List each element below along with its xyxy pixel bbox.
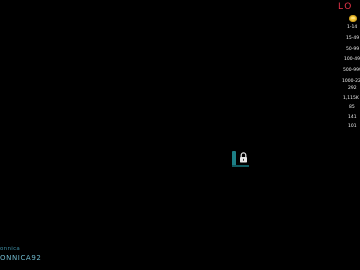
range-item[interactable]: 1-14: [337, 23, 360, 34]
coin-icon: [349, 15, 357, 22]
locked-widget[interactable]: [232, 151, 250, 168]
username-small: onnica: [0, 246, 21, 252]
range-item[interactable]: 50-99: [337, 45, 360, 56]
range-item[interactable]: 15-49: [337, 34, 360, 45]
range-item[interactable]: 500-999: [337, 66, 360, 77]
bar-base: [232, 165, 249, 167]
range-item[interactable]: 100-499: [337, 55, 360, 66]
stat-value: 292: [348, 86, 357, 91]
stat-value: 101: [348, 124, 357, 130]
stat-value: 1,115K: [343, 95, 359, 101]
brand-logo: LO: [338, 2, 353, 12]
stat-value: 141: [348, 114, 357, 120]
range-list: 1-14 15-49 50-99 100-499 500-999 1000-22…: [337, 23, 360, 88]
progress-bar: [232, 151, 236, 166]
stats-list: 292 1,115K 85 141 101: [343, 84, 360, 132]
username: ONNICA92: [0, 254, 42, 262]
lock-icon: [240, 152, 247, 163]
stat-value: 85: [349, 105, 355, 111]
